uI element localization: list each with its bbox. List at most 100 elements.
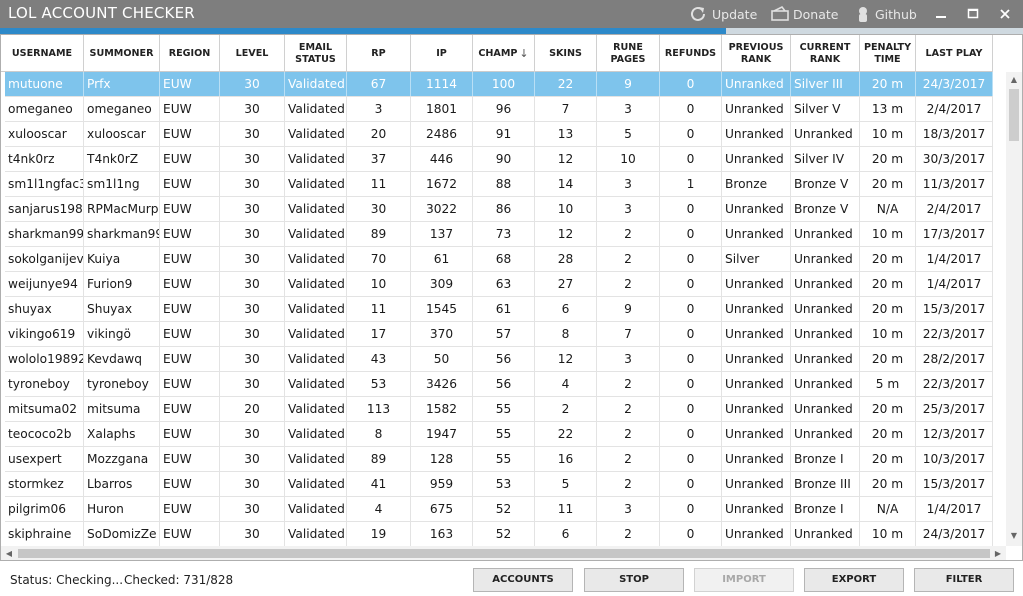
column-header-label: REGION (168, 47, 211, 59)
cell-rp: 113 (347, 397, 411, 421)
cell-refunds: 0 (660, 97, 722, 121)
column-header-rp[interactable]: RP (347, 35, 411, 72)
cell-ip: 1545 (411, 297, 473, 321)
cell-penalty-time: 20 m (860, 447, 916, 471)
cell-ip: 959 (411, 472, 473, 496)
table-row[interactable]: mutuone Prfx EUW 30 Validated 67 1114 100 22 9 0 Un… (5, 72, 993, 97)
cell-previous-rank: Unranked (722, 97, 791, 121)
table-row[interactable]: skiphraineSoDomizZe YoEUW30Validated1916… (5, 522, 993, 547)
column-header-current-rank[interactable]: CURRENT RANK (791, 35, 860, 72)
column-header-penalty-time[interactable]: PENALTY TIME (860, 35, 916, 72)
cell-rune-pages: 2 (597, 222, 660, 246)
cell-penalty-time: 20 m (860, 347, 916, 371)
column-header-last-play[interactable]: LAST PLAY (916, 35, 993, 72)
minimize-icon (936, 16, 946, 18)
cell-previous-rank: Unranked (722, 272, 791, 296)
checked-count: Checked: 731/828 (124, 573, 234, 587)
cell-email-status: Validated (285, 222, 347, 246)
cell-penalty-time: 20 m (860, 72, 916, 96)
column-header-email-status[interactable]: EMAIL STATUS (285, 35, 347, 72)
close-icon (1000, 9, 1010, 19)
cell-current-rank: Bronze I (791, 447, 860, 471)
cell-last-play: 2/4/2017 (916, 97, 993, 121)
table-row[interactable]: omeganeo omeganeo EUW 30 Validated 3 1801 96 7 3 0… (5, 97, 993, 122)
table-row[interactable]: stormkez Lbarros EUW 30 Validated 41 959 53 5 2 0 U… (5, 472, 993, 497)
table-row[interactable]: shuyax Shuyax EUW 30 Validated 11 1545 61 6 9 0 Unr… (5, 297, 993, 322)
close-button[interactable] (994, 3, 1016, 25)
column-header-skins[interactable]: SKINS (535, 35, 597, 72)
scroll-left-icon[interactable]: ◀ (3, 546, 15, 560)
cell-level: 30 (220, 297, 285, 321)
accounts-grid[interactable]: USERNAME SUMMONER REGION LEVEL EMAIL STATUS R… (0, 34, 1023, 561)
scroll-up-icon[interactable]: ▲ (1006, 74, 1022, 86)
cell-rp: 4 (347, 497, 411, 521)
cell-ip: 1672 (411, 172, 473, 196)
column-header-previous-rank[interactable]: PREVIOUS RANK (722, 35, 791, 72)
update-button[interactable]: Update (688, 3, 757, 25)
table-row[interactable]: tyroneboy tyroneboy EUW 30 Validated 53 3426 56… (5, 372, 993, 397)
table-row[interactable]: weijunye94 Furion9 EUW 30 Validated 10 309 63 27… (5, 272, 993, 297)
vertical-scroll-thumb[interactable] (1009, 89, 1019, 141)
sort-descending-icon: ↓ (519, 46, 529, 60)
cell-email-status: Validated (285, 322, 347, 346)
table-row[interactable]: xulooscar xulooscar EUW 30 Validated 20 2486 91… (5, 122, 993, 147)
horizontal-scrollbar[interactable]: ◀ ▶ (1, 546, 1006, 560)
cell-summoner: vikingö (84, 322, 160, 346)
cell-level: 30 (220, 472, 285, 496)
donate-button[interactable]: Donate (771, 3, 838, 25)
minimize-button[interactable] (930, 3, 952, 25)
refresh-icon (688, 5, 708, 23)
table-row[interactable]: sanjarus1988RPMacMurphyEUW30Validated303… (5, 197, 993, 222)
table-row[interactable]: wololo19892 Kevdawq EUW 30 Validated 43 50 56 12… (5, 347, 993, 372)
column-header-label: LEVEL (235, 47, 269, 59)
cell-region: EUW (160, 147, 220, 171)
cell-level: 30 (220, 422, 285, 446)
table-row[interactable]: sokolganijeva Kuiya EUW 30 Validated 70 61 68 28… (5, 247, 993, 272)
table-body: mutuone Prfx EUW 30 Validated 67 1114 100 22 9 0 Un… (5, 72, 993, 547)
scroll-right-icon[interactable]: ▶ (992, 546, 1004, 560)
cell-skins: 16 (535, 447, 597, 471)
cell-champ: 53 (473, 472, 535, 496)
cell-email-status: Validated (285, 372, 347, 396)
cell-champ: 100 (473, 72, 535, 96)
table-row[interactable]: teococo2b Xalaphs EUW 30 Validated 8 1947 55 22 2… (5, 422, 993, 447)
import-button[interactable]: IMPORT (694, 568, 794, 592)
cell-last-play: 24/3/2017 (916, 72, 993, 96)
cell-refunds: 1 (660, 172, 722, 196)
cell-email-status: Validated (285, 522, 347, 546)
cell-level: 30 (220, 122, 285, 146)
column-header-level[interactable]: LEVEL (220, 35, 285, 72)
table-row[interactable]: sharkman999sharkman999EUW30Validated8913… (5, 222, 993, 247)
table-row[interactable]: mitsuma02 mitsuma EUW 20 Validated 113 1582 55 2… (5, 397, 993, 422)
github-button[interactable]: Github (855, 3, 917, 25)
table-row[interactable]: usexpert Mozzgana EUW 30 Validated 89 128 55 16 2… (5, 447, 993, 472)
maximize-button[interactable] (962, 3, 984, 25)
cell-rune-pages: 2 (597, 522, 660, 546)
column-header-username[interactable]: USERNAME (1, 35, 84, 72)
table-row[interactable]: t4nk0rz T4nk0rZ EUW 30 Validated 37 446 90 12 10 0… (5, 147, 993, 172)
stop-button[interactable]: STOP (584, 568, 684, 592)
table-row[interactable]: vikingo619 vikingö EUW 30 Validated 17 370 57 8 7… (5, 322, 993, 347)
maximize-icon (967, 8, 979, 19)
cell-rune-pages: 7 (597, 322, 660, 346)
scroll-down-icon[interactable]: ▼ (1006, 530, 1022, 542)
column-header-refunds[interactable]: REFUNDS (660, 35, 722, 72)
export-button[interactable]: EXPORT (804, 568, 904, 592)
vertical-scrollbar[interactable]: ▲ ▼ (1006, 72, 1022, 546)
cell-champ: 96 (473, 97, 535, 121)
column-header-summoner[interactable]: SUMMONER (84, 35, 160, 72)
cell-current-rank: Bronze V (791, 172, 860, 196)
column-header-ip[interactable]: IP (411, 35, 473, 72)
table-row[interactable]: pilgrim06 Huron EUW 30 Validated 4 675 52 11 3 0 Un… (5, 497, 993, 522)
cell-rp: 11 (347, 297, 411, 321)
table-header: USERNAME SUMMONER REGION LEVEL EMAIL STATUS R… (1, 35, 993, 72)
column-header-label: PENALTY TIME (863, 41, 912, 65)
table-row[interactable]: sm1l1ngfac3 sm1l1ng EUW 30 Validated 11 1672 88… (5, 172, 993, 197)
column-header-region[interactable]: REGION (160, 35, 220, 72)
column-header-rune-pages[interactable]: RUNE PAGES (597, 35, 660, 72)
filter-button[interactable]: FILTER (914, 568, 1014, 592)
accounts-button[interactable]: ACCOUNTS (473, 568, 573, 592)
column-header-champ[interactable]: CHAMP ↓ (473, 35, 535, 72)
horizontal-scroll-thumb[interactable] (18, 549, 990, 558)
cell-penalty-time: 10 m (860, 122, 916, 146)
